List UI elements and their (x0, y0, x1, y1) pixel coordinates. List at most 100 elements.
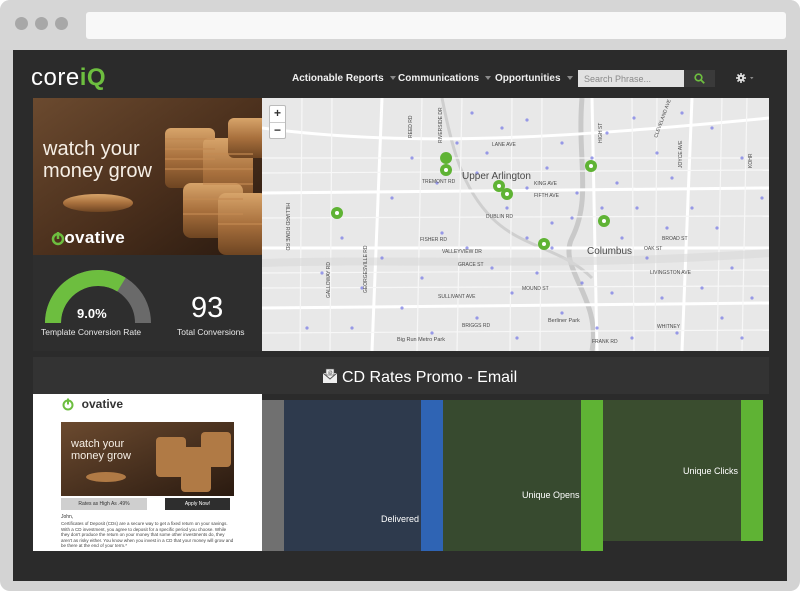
map-label-frank-rd: FRANK RD (592, 339, 618, 345)
gear-icon (736, 73, 754, 83)
nav-communications[interactable]: Communications (398, 73, 492, 84)
map-label-fisher-rd: FISHER RD (420, 237, 447, 243)
app-root: coreiQ Actionable Reports Communications… (13, 50, 787, 581)
map-label-high-st: HIGH ST (598, 123, 604, 143)
map-label-columbus: Columbus (587, 246, 632, 257)
funnel-delivered-area[interactable] (284, 400, 421, 551)
svg-text:@: @ (328, 370, 333, 375)
email-banner-image: watch your money grow (61, 422, 234, 496)
logo-iq-text: iQ (79, 64, 107, 91)
email-body-text: Certificates of Deposit (CDs) are a secu… (61, 521, 234, 549)
map-label-sullivant-ave: SULLIVANT AVE (438, 294, 476, 300)
address-bar[interactable] (86, 12, 786, 39)
map-pin-icon[interactable] (538, 238, 550, 250)
zoom-in-button[interactable]: + (270, 106, 285, 122)
browser-chrome (0, 0, 800, 50)
hero-tagline-line2: money grow (43, 160, 152, 182)
chevron-down-icon (485, 76, 492, 81)
nav-communications-label: Communications (398, 73, 480, 84)
map-label-tremont-rd: TREMONT RD (422, 179, 456, 185)
map-label-berliner-park: Berliner Park (548, 318, 580, 324)
email-rates-banner: Rates as High As .49% (61, 498, 147, 510)
funnel-clicks-bar[interactable] (741, 400, 763, 541)
map-label-mound-st: MOUND ST (522, 286, 549, 292)
funnel-label-delivered: Delivered (381, 514, 420, 524)
map-label-broad-st: BROAD ST (662, 236, 688, 242)
settings-menu[interactable] (735, 71, 757, 85)
map-label-dublin-rd: DUBLIN RD (486, 214, 513, 220)
map-label-galloway: GALLOWAY RD (326, 262, 332, 298)
window-minimize-dot[interactable] (35, 17, 48, 30)
hero-tagline: watch your money grow (43, 138, 152, 182)
map-zoom-control: + − (269, 105, 286, 139)
map-label-whitney: WHITNEY (657, 324, 681, 330)
map-label-fifth-ave: FIFTH AVE (534, 193, 560, 199)
map-pin-icon[interactable] (501, 188, 513, 200)
hero-brand-rest: ovative (64, 228, 126, 247)
app-logo[interactable]: coreiQ (31, 64, 106, 92)
map-label-kohr: KOHR (748, 153, 754, 168)
map-label-valleyview-dr: VALLEYVIEW DR (442, 249, 482, 255)
nav-actionable-reports-label: Actionable Reports (292, 73, 384, 84)
map-label-briggs-rd: BRIGGS RD (462, 323, 490, 329)
map-label-reed-rd: REED RD (408, 115, 414, 138)
funnel-label-unique-opens: Unique Opens (522, 490, 580, 500)
email-tagline-line2: money grow (71, 450, 131, 462)
map-label-upper-arlington: Upper Arlington (462, 171, 531, 182)
search-input[interactable] (578, 70, 684, 87)
email-tagline-line1: watch your (71, 438, 125, 450)
email-brand-rest: ovative (81, 397, 124, 411)
envelope-icon: @ (322, 368, 338, 383)
search-icon (694, 73, 705, 84)
zoom-out-button[interactable]: − (270, 122, 285, 138)
map-label-georgesville: GEORGESVILLE RD (363, 245, 369, 293)
map-label-hilliard-rome: HILLIARD ROME RD (284, 203, 290, 251)
hero-tagline-line1: watch your (43, 138, 140, 160)
map-label-lane-ave: LANE AVE (492, 142, 516, 148)
email-brand-on: on (67, 397, 82, 411)
hero-promo-image: watch your money grow onovative (33, 98, 262, 255)
conversion-rate-label: Template Conversion Rate (41, 327, 142, 337)
map-pin-icon[interactable] (585, 160, 597, 172)
campaign-title: CD Rates Promo - Email (342, 369, 518, 386)
hero-brand-on: on (43, 228, 64, 247)
map-label-riverside-dr: RIVERSIDE DR (438, 107, 444, 143)
map-panel[interactable]: Upper Arlington Columbus Berliner Park B… (262, 98, 769, 351)
nav-opportunities[interactable]: Opportunities (495, 73, 573, 84)
map-pin-icon[interactable] (331, 207, 343, 219)
campaign-header: @ CD Rates Promo - Email (33, 357, 769, 394)
chevron-down-icon (566, 76, 573, 81)
hero-brand-logo: onovative (43, 228, 125, 248)
email-greeting: John, (61, 514, 74, 520)
stats-panel: 9.0% Template Conversion Rate 93 Total C… (33, 255, 262, 351)
funnel-delivered-bar[interactable] (421, 400, 443, 551)
browser-window: coreiQ Actionable Reports Communications… (0, 0, 800, 591)
email-tagline: watch your money grow (71, 438, 131, 462)
email-brand: onovative (67, 397, 123, 411)
nav-actionable-reports[interactable]: Actionable Reports (292, 73, 396, 84)
funnel-opens-area[interactable] (443, 400, 581, 551)
funnel-label-unique-clicks: Unique Clicks (683, 466, 739, 476)
chevron-down-icon (389, 76, 396, 81)
nav-opportunities-label: Opportunities (495, 73, 561, 84)
logo-core-text: core (31, 64, 80, 91)
window-close-dot[interactable] (15, 17, 28, 30)
map-label-king-ave: KING AVE (534, 181, 558, 187)
map-label-livingston-ave: LIVINGSTON AVE (650, 270, 692, 276)
funnel-edge (262, 400, 284, 551)
conversion-rate-value: 9.0% (77, 306, 107, 321)
map-label-joyce-ave: JOYCE AVE (678, 140, 684, 168)
total-conversions-label: Total Conversions (177, 327, 245, 337)
funnel-opens-bar[interactable] (581, 400, 603, 551)
email-apply-button[interactable]: Apply Now! (165, 498, 230, 510)
search-button[interactable] (684, 70, 715, 87)
map-label-grace-st: GRACE ST (458, 262, 484, 268)
map-label-oak-st: OAK ST (644, 246, 662, 252)
map-label-big-run: Big Run Metro Park (397, 337, 445, 343)
total-conversions-value: 93 (191, 292, 224, 324)
window-maximize-dot[interactable] (55, 17, 68, 30)
email-preview[interactable]: onovative (33, 394, 262, 551)
map-canvas[interactable]: Upper Arlington Columbus Berliner Park B… (262, 98, 769, 351)
map-pin-icon[interactable] (598, 215, 610, 227)
email-funnel-chart: Delivered Unique Opens Unique Clicks (262, 394, 769, 551)
